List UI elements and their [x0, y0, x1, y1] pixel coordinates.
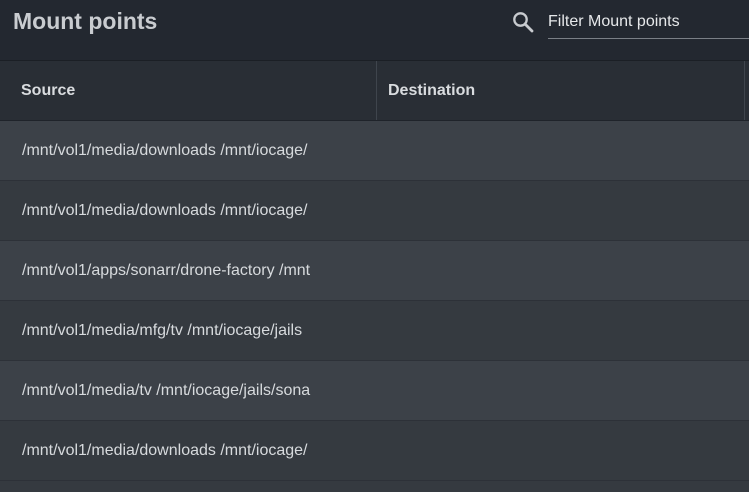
destination-cell	[388, 181, 728, 240]
source-cell: /mnt/vol1/media/mfg/tv /mnt/iocage/jails	[22, 322, 303, 339]
destination-cell	[388, 241, 728, 300]
filter-input[interactable]	[548, 8, 738, 36]
table-row[interactable]: /mnt/vol1/media/downloads /mnt/iocage/	[0, 421, 749, 481]
table-row[interactable]: /mnt/vol1/apps/sonarr/drone-factory /mnt	[0, 241, 749, 301]
table-row[interactable]: /mnt/vol1/media/downloads /mnt/iocage/	[0, 121, 749, 181]
column-header-source[interactable]: Source	[21, 61, 75, 120]
destination-cell	[388, 421, 728, 480]
search-icon[interactable]	[511, 10, 535, 34]
column-resize-handle[interactable]	[376, 61, 377, 120]
source-cell: /mnt/vol1/apps/sonarr/drone-factory /mnt	[22, 262, 311, 279]
panel-header: Mount points	[0, 0, 749, 61]
source-cell: /mnt/vol1/media/downloads /mnt/iocage/	[22, 202, 308, 219]
mount-points-panel: Mount points Source Destination /mnt/vol…	[0, 0, 749, 492]
destination-cell	[388, 361, 728, 420]
table-row[interactable]: /mnt/vol1/media/tv /mnt/iocage/jails/son…	[0, 361, 749, 421]
source-cell: /mnt/vol1/media/tv /mnt/iocage/jails/son…	[22, 382, 311, 399]
table-header: Source Destination	[0, 61, 749, 121]
column-header-destination[interactable]: Destination	[388, 61, 475, 120]
destination-cell	[388, 301, 728, 360]
filter-field	[548, 8, 749, 39]
page-title: Mount points	[13, 8, 158, 34]
table-body: /mnt/vol1/media/downloads /mnt/iocage/ /…	[0, 121, 749, 481]
source-cell: /mnt/vol1/media/downloads /mnt/iocage/	[22, 142, 308, 159]
source-cell: /mnt/vol1/media/downloads /mnt/iocage/	[22, 442, 308, 459]
destination-cell	[388, 121, 728, 180]
table-row[interactable]: /mnt/vol1/media/mfg/tv /mnt/iocage/jails	[0, 301, 749, 361]
column-resize-handle[interactable]	[744, 61, 745, 120]
table-row[interactable]: /mnt/vol1/media/downloads /mnt/iocage/	[0, 181, 749, 241]
